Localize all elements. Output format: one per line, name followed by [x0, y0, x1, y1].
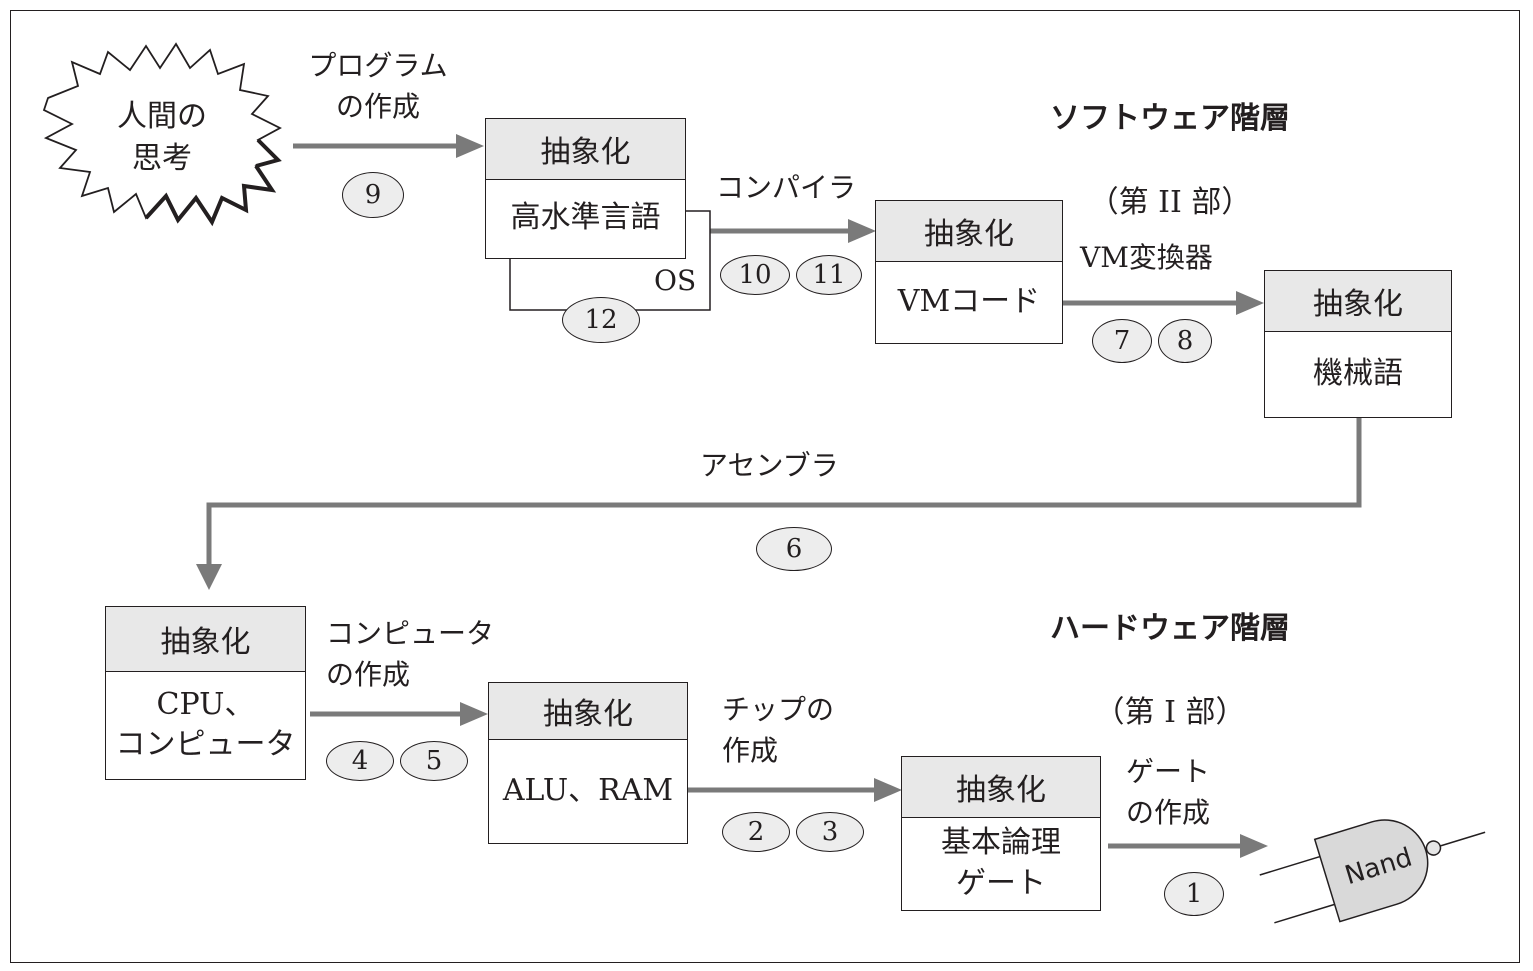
chapter-badge: 7	[1092, 319, 1152, 363]
arrow-computer	[310, 702, 488, 726]
box-cpu-computer: 抽象化 CPU、 コンピュータ	[105, 606, 306, 780]
chapter-badge: 10	[720, 255, 790, 295]
box-body: CPU、 コンピュータ	[115, 686, 296, 763]
label-gate-creation: ゲート の作成	[1126, 755, 1211, 829]
chapter-badge: 11	[796, 255, 862, 295]
software-layer-subtitle: （第 II 部）	[1088, 185, 1252, 220]
chapter-badge: 5	[400, 741, 468, 781]
chapter-badge: 1	[1164, 872, 1224, 916]
nand-gate-icon: Nand	[1259, 819, 1486, 924]
chapter-badge: 2	[722, 812, 790, 852]
chapter-badge: 3	[796, 812, 864, 852]
label-program-creation: プログラム の作成	[308, 49, 448, 123]
arrow-program	[293, 134, 484, 158]
box-header: 抽象化	[489, 683, 687, 740]
chapter-badge: 12	[562, 297, 640, 343]
label-assembler: アセンブラ	[700, 449, 839, 482]
box-body: ALU、RAM	[502, 772, 674, 808]
box-header: 抽象化	[106, 607, 305, 672]
box-header: 抽象化	[902, 757, 1100, 818]
chapter-badge: 4	[326, 741, 394, 781]
box-vm-code: 抽象化 VMコード	[875, 200, 1063, 344]
box-header: 抽象化	[876, 201, 1062, 262]
human-thought-label: 人間の 思考	[117, 99, 207, 176]
hardware-layer-title: ハードウェア階層 （第 I 部）	[1020, 566, 1320, 734]
os-label: OS	[654, 264, 697, 297]
label-computer-creation: コンピュータ の作成	[326, 617, 495, 691]
hardware-layer-subtitle: （第 I 部）	[1094, 695, 1246, 730]
box-header: 抽象化	[486, 119, 685, 180]
chapter-badge: 9	[342, 172, 404, 218]
box-body: 機械語	[1313, 355, 1403, 391]
box-body: VMコード	[897, 283, 1041, 319]
arrow-chips	[688, 778, 902, 802]
box-alu-ram: 抽象化 ALU、RAM	[488, 682, 688, 844]
arrow-gates	[1108, 834, 1268, 858]
software-layer-title: ソフトウェア階層 （第 II 部）	[1020, 56, 1320, 224]
box-machine-language: 抽象化 機械語	[1264, 270, 1452, 418]
arrow-vm-translator	[1063, 291, 1264, 315]
box-high-level-language: 抽象化 高水準言語	[485, 118, 686, 259]
label-chip-creation: チップの 作成	[722, 693, 835, 767]
arrow-compiler	[710, 219, 876, 243]
software-layer-title-text: ソフトウェア階層	[1050, 101, 1290, 136]
chapter-badge: 8	[1158, 319, 1212, 363]
label-compiler: コンパイラ	[716, 171, 857, 204]
label-vm-translator: VM変換器	[1080, 241, 1213, 274]
box-header: 抽象化	[1265, 271, 1451, 332]
box-body: 基本論理 ゲート	[941, 825, 1061, 901]
box-logic-gates: 抽象化 基本論理 ゲート	[901, 756, 1101, 911]
chapter-badge: 6	[756, 527, 832, 571]
hardware-layer-title-text: ハードウェア階層	[1050, 611, 1290, 646]
box-body: 高水準言語	[510, 200, 661, 236]
